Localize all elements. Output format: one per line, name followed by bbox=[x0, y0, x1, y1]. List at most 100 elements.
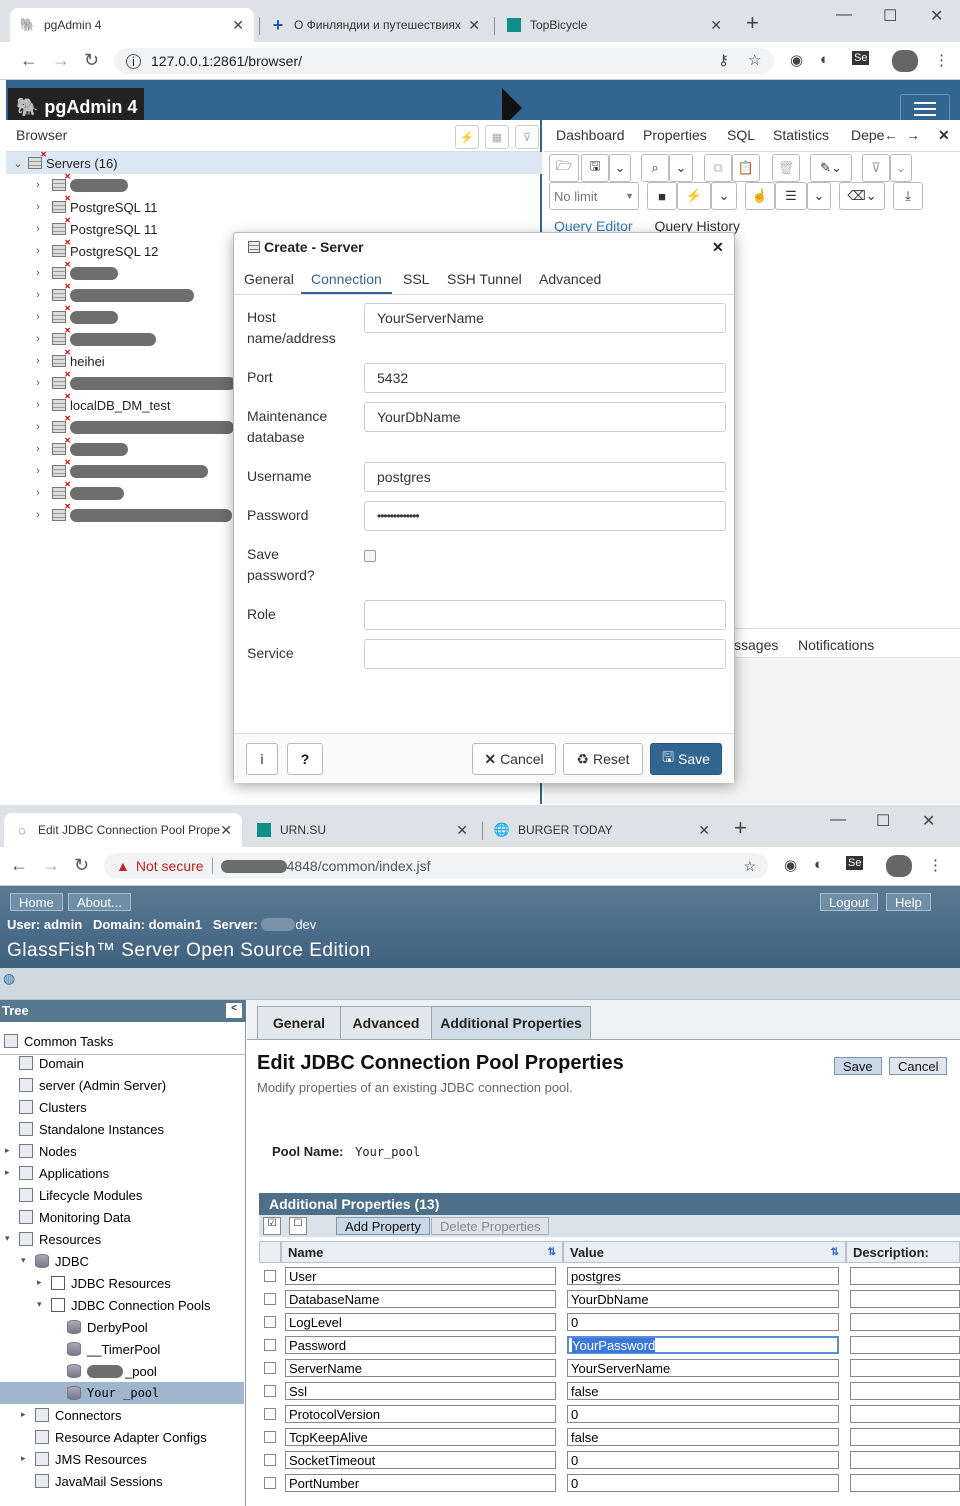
collapse-icon[interactable]: ▾ bbox=[21, 1255, 26, 1266]
tree-item[interactable]: Your _pool bbox=[0, 1382, 244, 1404]
row-checkbox[interactable] bbox=[264, 1293, 276, 1305]
property-value-input[interactable]: false bbox=[567, 1382, 839, 1400]
tab-ssh-tunnel[interactable]: SSH Tunnel bbox=[447, 271, 522, 287]
collapse-icon[interactable]: ▾ bbox=[5, 1233, 10, 1244]
selenium-icon[interactable]: Se bbox=[852, 51, 870, 65]
row-checkbox[interactable] bbox=[264, 1431, 276, 1443]
close-icon[interactable]: ✕ bbox=[710, 17, 722, 34]
close-icon[interactable]: ✕ bbox=[938, 127, 950, 144]
property-value-input[interactable]: 0 bbox=[567, 1451, 839, 1469]
extension-icon[interactable]: ◉ bbox=[784, 856, 797, 874]
chevron-down-icon[interactable]: ⌄ bbox=[890, 154, 912, 182]
tree-server-item[interactable]: › bbox=[32, 414, 234, 438]
chevron-right-icon[interactable]: › bbox=[32, 399, 44, 411]
property-name-input[interactable]: User bbox=[285, 1267, 556, 1285]
tree-item[interactable]: Domain bbox=[19, 1052, 84, 1074]
tree-item[interactable]: Monitoring Data bbox=[19, 1206, 131, 1228]
maximize-icon[interactable]: ☐ bbox=[876, 811, 890, 831]
forward-icon[interactable]: → bbox=[42, 855, 60, 876]
tree-item[interactable]: DerbyPool bbox=[67, 1316, 148, 1338]
extension-icon[interactable]: ◉ bbox=[790, 51, 803, 69]
tab-additional-properties[interactable]: Additional Properties bbox=[431, 1006, 591, 1040]
tab-sql[interactable]: SQL bbox=[727, 127, 755, 143]
property-name-input[interactable]: Ssl bbox=[285, 1382, 556, 1400]
row-limit-select[interactable]: No limit ▼ bbox=[549, 182, 639, 210]
save-button[interactable]: Save bbox=[834, 1057, 882, 1075]
service-input[interactable] bbox=[364, 639, 726, 669]
new-tab-button[interactable]: + bbox=[746, 10, 759, 36]
chevron-right-icon[interactable]: › bbox=[32, 179, 44, 191]
tree-item[interactable]: Common Tasks bbox=[4, 1030, 113, 1052]
tab-finland[interactable]: + О Финляндии и путешествиях ✕ bbox=[260, 8, 490, 42]
property-description-input[interactable] bbox=[850, 1428, 960, 1446]
maximize-icon[interactable]: ☐ bbox=[883, 6, 897, 26]
sort-icon[interactable]: ⇅ bbox=[548, 1247, 556, 1258]
tree-server-item[interactable]: › PostgreSQL 11 bbox=[32, 216, 157, 240]
property-name-input[interactable]: LogLevel bbox=[285, 1313, 556, 1331]
reload-icon[interactable]: ↻ bbox=[74, 855, 89, 876]
tree-item[interactable]: JDBC Resources bbox=[51, 1272, 171, 1294]
host-input[interactable]: YourServerName bbox=[364, 303, 726, 333]
select-all-icon[interactable]: ☑ bbox=[263, 1217, 281, 1235]
tree-item[interactable]: Lifecycle Modules bbox=[19, 1184, 142, 1206]
arrow-right-icon[interactable]: → bbox=[906, 127, 920, 143]
filter-icon[interactable]: ⊽ bbox=[515, 125, 539, 149]
open-file-icon[interactable]: 🗁 bbox=[549, 154, 579, 182]
property-value-input[interactable]: YourServerName bbox=[567, 1359, 839, 1377]
deselect-all-icon[interactable]: ☐ bbox=[289, 1217, 307, 1235]
tab-statistics[interactable]: Statistics bbox=[773, 127, 829, 143]
save-button[interactable]: 🖫 Save bbox=[650, 743, 722, 775]
tree-server-item[interactable]: › bbox=[32, 282, 194, 306]
download-icon[interactable]: ⤓ bbox=[893, 182, 923, 210]
property-value-input[interactable]: false bbox=[567, 1428, 839, 1446]
back-icon[interactable]: ← bbox=[20, 50, 38, 71]
expand-icon[interactable]: ▸ bbox=[5, 1145, 10, 1156]
star-icon[interactable]: ☆ bbox=[743, 858, 756, 875]
search-icon[interactable]: ⌕ bbox=[641, 154, 669, 182]
property-description-input[interactable] bbox=[850, 1267, 960, 1285]
cancel-button[interactable]: Cancel bbox=[889, 1057, 948, 1075]
close-icon[interactable]: ✕ bbox=[468, 17, 480, 34]
chevron-right-icon[interactable]: › bbox=[32, 487, 44, 499]
close-icon[interactable]: ✕ bbox=[456, 822, 468, 839]
close-icon[interactable]: ✕ bbox=[232, 17, 244, 34]
tree-server-item[interactable]: › bbox=[32, 436, 128, 460]
property-name-input[interactable]: ServerName bbox=[285, 1359, 556, 1377]
avatar[interactable] bbox=[886, 855, 912, 877]
expand-icon[interactable]: ▸ bbox=[21, 1453, 26, 1464]
property-description-input[interactable] bbox=[850, 1336, 960, 1354]
tree-server-item[interactable]: › bbox=[32, 172, 128, 196]
tree-server-item[interactable]: › localDB_DM_test bbox=[32, 392, 170, 416]
about-button[interactable]: About... bbox=[68, 893, 131, 911]
window-close-icon[interactable]: ✕ bbox=[922, 811, 935, 831]
refresh-icon[interactable]: ◍ bbox=[3, 970, 15, 987]
query-tool-icon[interactable]: ⚡ bbox=[455, 125, 479, 149]
role-input[interactable] bbox=[364, 600, 726, 630]
tree-server-item[interactable]: › PostgreSQL 11 bbox=[32, 194, 157, 218]
tree-item[interactable]: Resources bbox=[19, 1228, 101, 1250]
tab-ssl[interactable]: SSL bbox=[403, 271, 429, 287]
tree-root-servers[interactable]: ⌄ Servers (16) bbox=[6, 150, 542, 174]
expand-icon[interactable]: ▸ bbox=[37, 1277, 42, 1288]
tab-jdbc-pool[interactable]: ◌ Edit JDBC Connection Pool Prope ✕ bbox=[4, 813, 242, 847]
property-name-input[interactable]: ProtocolVersion bbox=[285, 1405, 556, 1423]
tree-server-item[interactable]: › bbox=[32, 304, 118, 328]
close-icon[interactable]: ✕ bbox=[712, 239, 724, 256]
chevron-right-icon[interactable]: › bbox=[32, 509, 44, 521]
property-value-input[interactable]: 0 bbox=[567, 1474, 839, 1492]
row-checkbox[interactable] bbox=[264, 1408, 276, 1420]
save-file-icon[interactable]: 🖫 bbox=[581, 154, 609, 182]
hand-icon[interactable]: ☝ bbox=[745, 182, 775, 210]
col-name[interactable]: Name ⇅ bbox=[281, 1241, 563, 1263]
property-description-input[interactable] bbox=[850, 1382, 960, 1400]
tab-burger[interactable]: 🌐 BURGER TODAY ✕ bbox=[484, 813, 720, 847]
tab-urn[interactable]: URN.SU ✕ bbox=[246, 813, 478, 847]
chevron-right-icon[interactable]: › bbox=[32, 465, 44, 477]
expand-icon[interactable]: ▸ bbox=[21, 1409, 26, 1420]
tree-server-item[interactable]: › PostgreSQL 12 bbox=[32, 238, 158, 262]
url-field[interactable]: ▲ Not secure 4848/common/index.jsf ☆ bbox=[104, 853, 768, 879]
chevron-down-icon[interactable]: ⌄ bbox=[807, 182, 831, 210]
username-input[interactable]: postgres bbox=[364, 462, 726, 492]
maintenance-db-input[interactable]: YourDbName bbox=[364, 402, 726, 432]
arrow-left-icon[interactable]: ← bbox=[884, 127, 898, 143]
